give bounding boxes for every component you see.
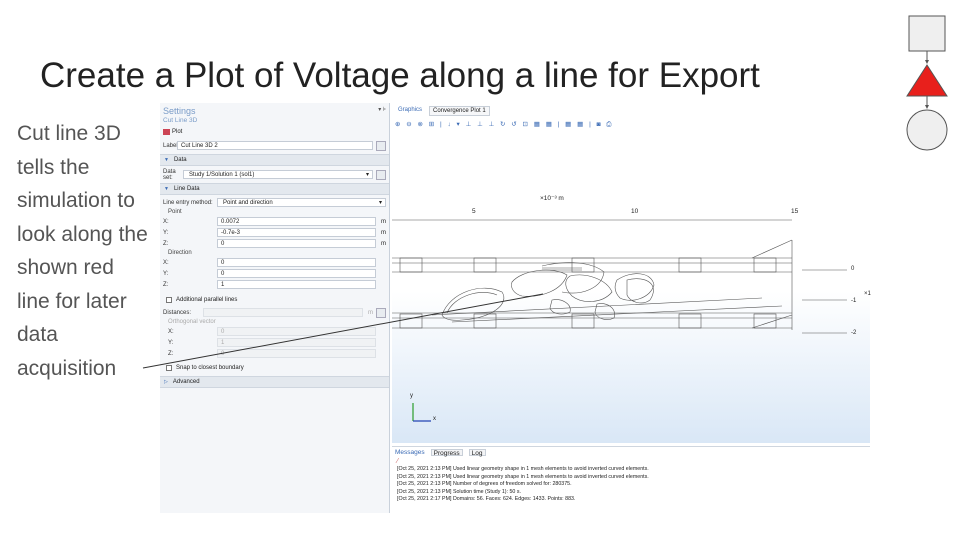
axis-triad: y x [401,393,441,425]
point-y-input[interactable]: -0.7e-3 [217,228,376,237]
section-line-data[interactable]: ▼ Line Data [160,183,389,195]
message-line: [Oct 25, 2021 2:13 PM] Used linear geome… [397,466,649,472]
label-input[interactable]: Cut Line 3D 2 [177,141,373,150]
distances-label: Distances: [163,309,192,316]
label-reset-button[interactable] [376,140,386,151]
dataset-select[interactable]: Study 1/Solution 1 (sol1) ▾ [183,170,373,179]
plot-button[interactable]: Plot [163,127,182,136]
settings-panel: Settings ▾ ⊧ Cut Line 3D Plot Label: Cut … [160,103,390,513]
side-caption: Cut line 3D tells the simulation to look… [17,122,148,380]
additional-parallel-checkbox[interactable]: Additional parallel lines [160,294,389,305]
orthogonal-group-label: Orthogonal vector [168,319,216,325]
settings-header: Settings [163,106,196,116]
orthogonal-x-input: 0 [217,327,376,336]
section-data[interactable]: ▼ Data [160,154,389,166]
panel-pin-icons[interactable]: ▾ ⊧ [378,106,386,117]
direction-x-input[interactable]: 0 [217,258,376,267]
direction-y-input[interactable]: 0 [217,269,376,278]
tab-graphics[interactable]: Graphics [395,106,425,116]
flow-square [908,15,946,52]
checkbox-box [166,364,172,371]
message-line: [Oct 25, 2021 2:13 PM] Number of degrees… [397,481,572,488]
message-line: [Oct 25, 2021 2:13 PM] Used linear geome… [397,473,649,480]
chevron-down-icon: ▾ [365,172,369,178]
section-advanced[interactable]: ▷ Advanced [160,376,389,388]
direction-group-label: Direction [168,250,192,256]
distances-button [376,307,386,318]
orthogonal-z-input: 0 [217,349,376,358]
message-line: [Oct 25, 2021 2:13 PM] Solution time (St… [397,488,521,495]
graphics-toolbar[interactable]: ⊕ ⊖ ⊗ ⊞ | ↓ ▾ ⊥ ⊥ ⊥ ↻ ↺ ⊡ ▦ ▦ | ▦ ▦ | ◙ … [395,120,614,130]
plot-icon [163,128,170,135]
caret-down-icon: ▼ [164,157,169,163]
distances-input [203,308,363,317]
line-entry-select[interactable]: Point and direction ▾ [217,198,386,207]
point-z-input[interactable]: 0 [217,239,376,248]
dataset-go-button[interactable] [376,169,386,180]
point-x-input[interactable]: 0.0072 [217,217,376,226]
line-entry-label: Line entry method: [163,199,213,206]
message-line: [Oct 25, 2021 2:17 PM] Domains: 56. Face… [397,496,576,503]
flow-triangle [906,64,948,97]
settings-subtitle: Cut Line 3D [163,117,198,124]
caret-right-icon: ▷ [164,379,168,385]
tab-progress[interactable]: Progress [430,449,463,457]
shape-flow-diagram [906,15,948,151]
geometry-wireframe [392,219,847,334]
message-log: [Oct 25, 2021 2:13 PM] Used linear geome… [392,466,870,504]
dataset-label: Data set: [163,168,176,181]
checkbox-box [166,296,172,303]
slide-title: Create a Plot of Voltage along a line fo… [40,56,760,95]
clear-messages-icon[interactable]: ⁄ [392,458,870,466]
messages-panel: Messages Progress Log ⁄ [Oct 25, 2021 2:… [392,446,870,514]
graphics-tabs: Graphics Convergence Plot 1 [392,106,490,116]
snap-boundary-checkbox[interactable]: Snap to closest boundary [160,362,389,373]
axis-x-label: x [433,416,436,422]
tab-messages[interactable]: Messages [395,449,425,456]
chevron-down-icon: ▾ [378,200,382,206]
direction-z-input[interactable]: 1 [217,280,376,289]
point-group-label: Point [168,209,182,215]
label-field-label: Label: [163,142,180,149]
flow-circle [906,109,948,151]
orthogonal-y-input: 1 [217,338,376,347]
axis-y-label: y [410,393,413,399]
tab-convergence-plot[interactable]: Convergence Plot 1 [429,106,490,116]
tab-log[interactable]: Log [468,449,486,457]
caret-down-icon: ▼ [164,186,169,192]
